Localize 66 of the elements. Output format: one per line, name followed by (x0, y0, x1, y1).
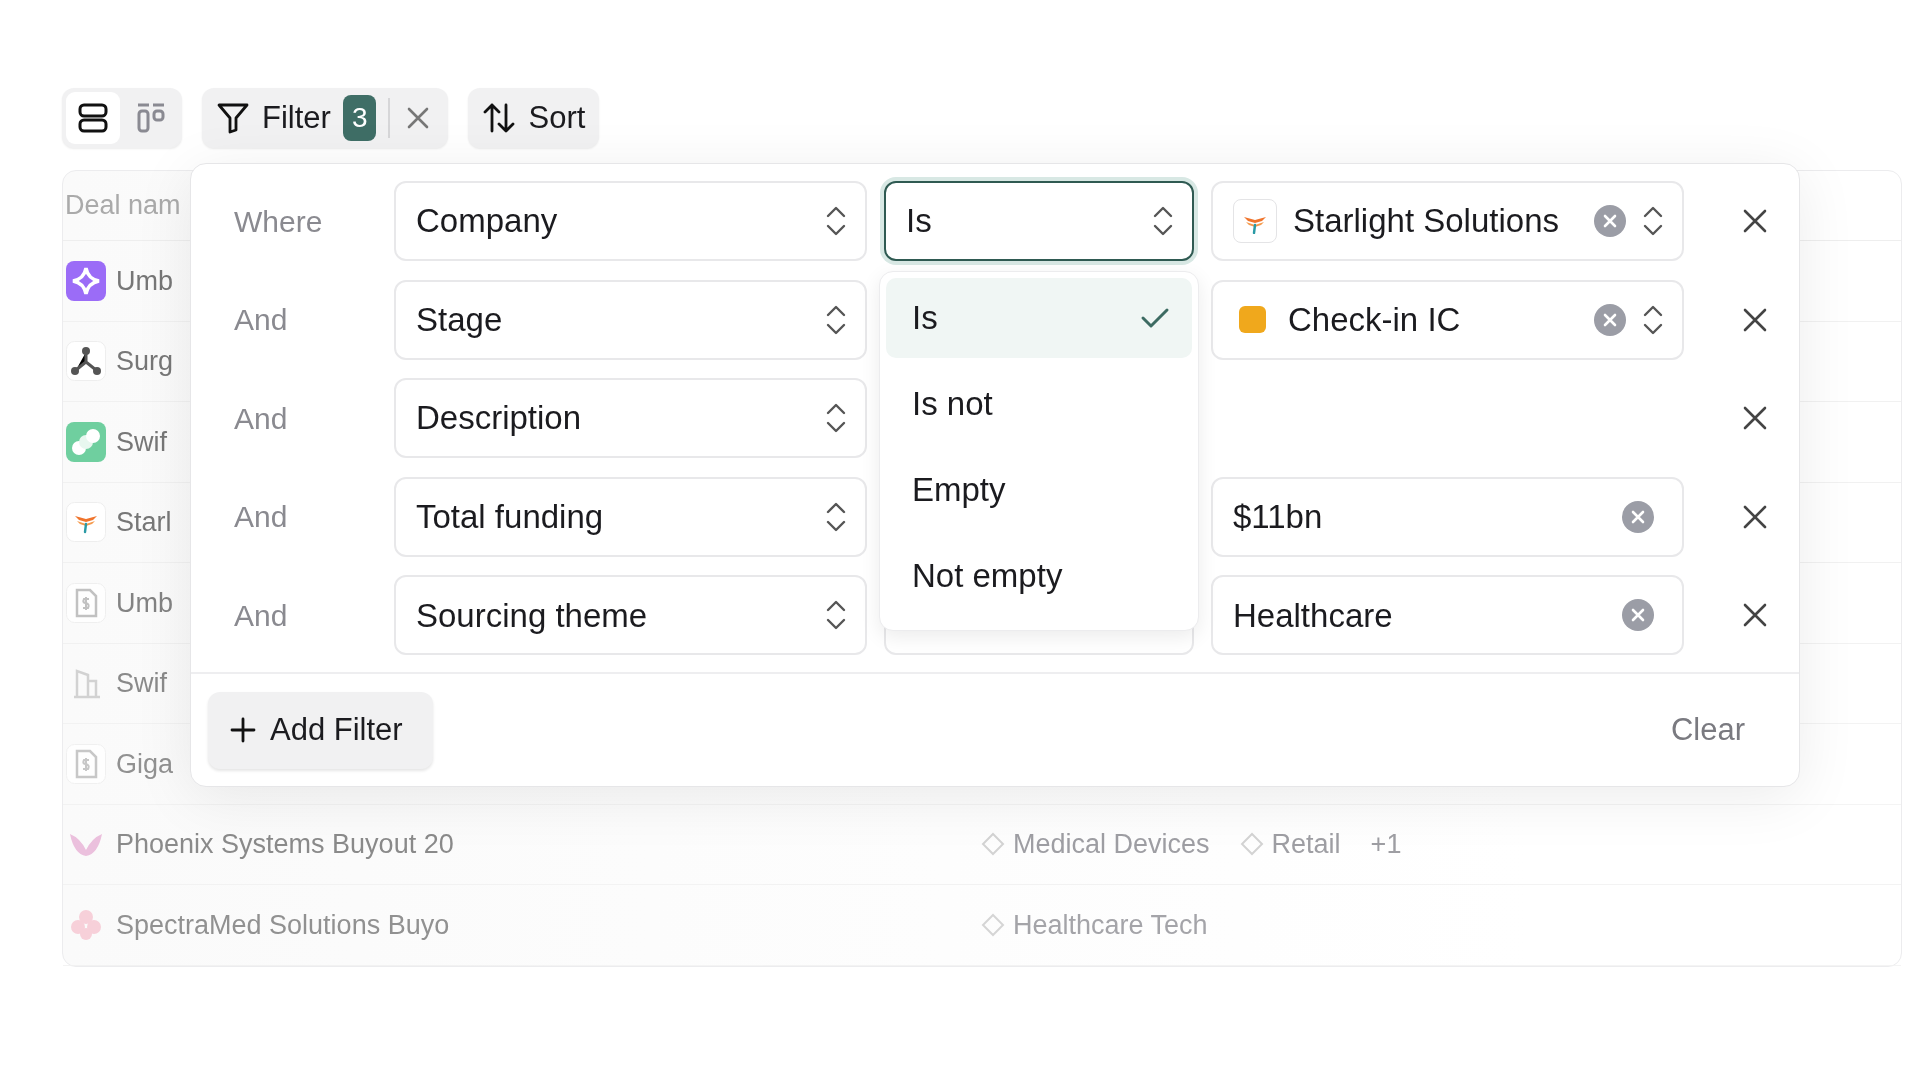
clear-button[interactable]: Clear (1664, 706, 1751, 755)
menu-option[interactable]: Empty (886, 450, 1192, 530)
deal-name: Surg (116, 345, 174, 378)
deal-name: Phoenix Systems Buyout 20 (116, 828, 454, 861)
invoice-icon (66, 743, 106, 784)
close-icon (1743, 307, 1767, 332)
check-icon (1140, 306, 1170, 330)
column-header: Deal nam (65, 189, 181, 223)
close-icon (1743, 504, 1767, 529)
field-select[interactable]: Sourcing theme (394, 575, 867, 656)
chevron-updown-icon (1152, 204, 1174, 238)
value-select[interactable]: Healthcare (1211, 575, 1684, 656)
deal-name: Swif (116, 667, 167, 700)
sparkle-logo-icon (66, 260, 106, 301)
filter-icon (216, 101, 250, 135)
field-select[interactable]: Stage (394, 279, 867, 360)
tag-label: Medical Devices (1013, 828, 1210, 861)
value-select[interactable]: Check-in IC (1211, 279, 1684, 360)
conjunction-label: And (234, 597, 289, 634)
tag-label: Healthcare Tech (1013, 908, 1208, 942)
sort-icon (482, 101, 517, 135)
value-select[interactable]: Starlight Solutions (1211, 181, 1684, 261)
value-select[interactable]: $11bn (1211, 476, 1684, 557)
deal-name: SpectraMed Solutions Buyo (116, 908, 450, 942)
deal-name: Giga (116, 747, 174, 781)
plus-icon (230, 717, 256, 744)
menu-option[interactable]: Not empty (886, 536, 1192, 616)
nodes-logo-icon (66, 341, 106, 382)
clear-value-icon[interactable] (1594, 205, 1626, 237)
more-count: +1 (1370, 828, 1402, 861)
field-select[interactable]: Description (394, 378, 867, 459)
chevron-updown-icon (1642, 204, 1664, 238)
pill-logo-icon (66, 421, 106, 462)
chevron-updown-icon (825, 204, 847, 238)
close-icon (1743, 209, 1767, 233)
close-icon (1743, 603, 1767, 628)
list-view-button[interactable] (66, 92, 120, 144)
tag-icon (981, 912, 1005, 937)
close-icon (1743, 406, 1767, 431)
field-select[interactable]: Total funding (394, 476, 867, 557)
conjunction-label: Where (234, 203, 324, 240)
tag-icon (1239, 832, 1264, 857)
close-icon (406, 106, 431, 130)
add-filter-button[interactable]: Add Filter (208, 691, 433, 769)
clear-value-icon[interactable] (1622, 599, 1654, 632)
menu-option[interactable]: Is not (886, 364, 1192, 444)
field-select[interactable]: Company (394, 181, 867, 261)
deal-name: Umb (116, 264, 173, 298)
rows-icon (77, 102, 109, 134)
deal-name: Swif (116, 425, 167, 459)
conjunction-label: And (234, 302, 289, 339)
deal-name: Starl (116, 506, 172, 539)
columns-icon (135, 102, 167, 134)
deal-name: Umb (116, 586, 173, 620)
wings-logo-icon (66, 502, 106, 543)
tag-icon (981, 832, 1005, 857)
conjunction-label: And (234, 499, 289, 536)
clear-value-icon[interactable] (1594, 303, 1626, 336)
invoice-icon (66, 582, 106, 623)
tag-label: Retail (1271, 828, 1341, 861)
sort-button[interactable]: Sort (468, 88, 600, 148)
filter-count-badge: 3 (342, 95, 377, 141)
conjunction-label: And (234, 400, 289, 437)
menu-option[interactable]: Is (886, 278, 1192, 358)
filter-button[interactable]: Filter (216, 88, 331, 148)
clear-value-icon[interactable] (1622, 500, 1654, 533)
